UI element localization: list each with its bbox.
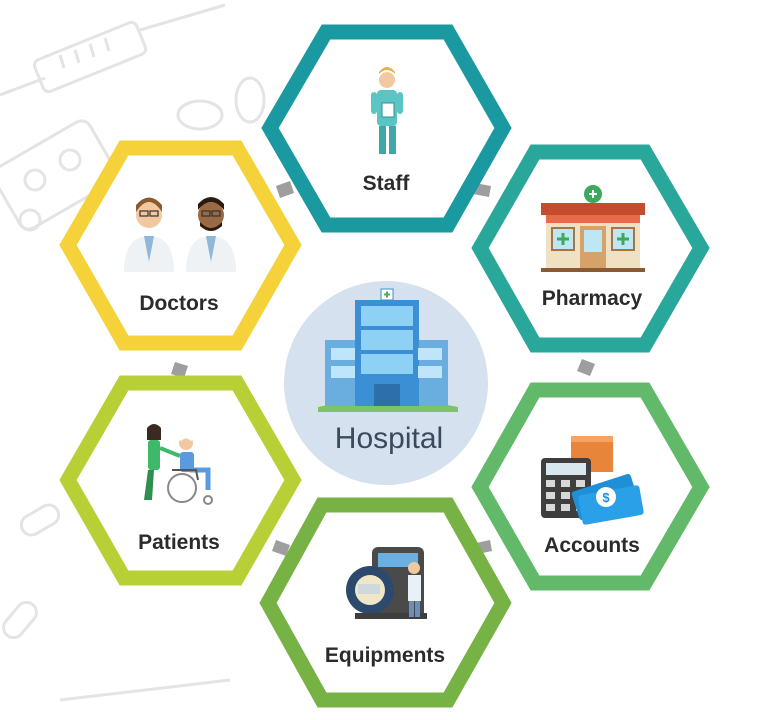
hex-staff-label: Staff [363,172,411,195]
hex-staff-frame[interactable] [261,24,512,233]
center-hospital[interactable]: Hospital [284,281,488,485]
hex-accounts-label: Accounts [544,534,640,557]
hex-doctors-label: Doctors [139,292,218,315]
connector-doctors-staff [276,181,294,198]
background-sketch [0,3,266,702]
hex-equipments-label: Equipments [325,644,445,667]
hex-patients-label: Patients [138,531,220,554]
connector-pharmacy-accounts [577,359,595,376]
center-label: Hospital [335,422,443,455]
syringe-sketch-icon [0,3,226,97]
svg-text:$: $ [602,490,610,505]
hospital-diagram: Hospital Staff Pharmacy $ Accounts Equip… [0,3,710,708]
hex-pharmacy-label: Pharmacy [542,287,643,310]
